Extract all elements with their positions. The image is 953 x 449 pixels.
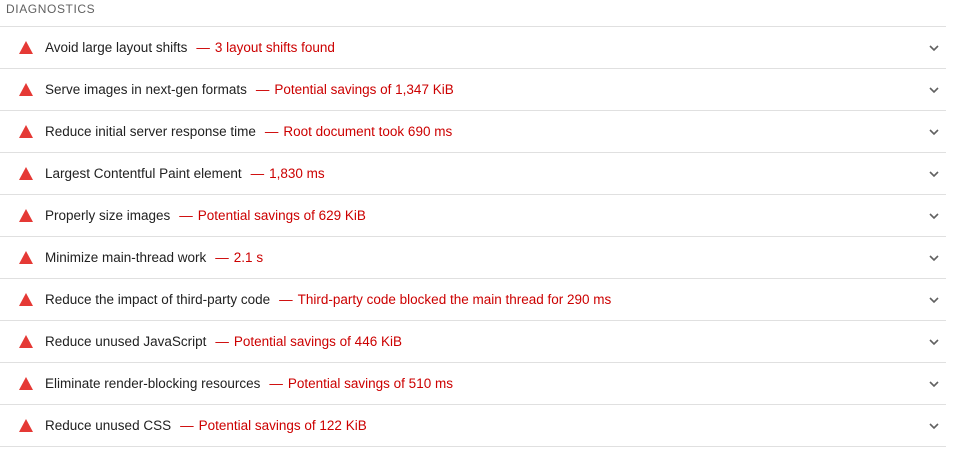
audit-separator: — [279, 292, 293, 307]
chevron-down-icon[interactable] [928, 252, 940, 264]
audit-display-value: Potential savings of 510 ms [287, 376, 453, 391]
audit-display-value: Root document took 690 ms [283, 124, 453, 139]
audit-display-value: 1,830 ms [269, 166, 325, 181]
chevron-down-icon[interactable] [928, 336, 940, 348]
audit-separator: — [264, 124, 279, 139]
fail-triangle-icon [19, 251, 33, 265]
fail-triangle-icon [19, 377, 33, 391]
fail-triangle-icon [19, 209, 33, 223]
audit-row-2[interactable]: Serve images in next-gen formats — Poten… [0, 69, 946, 111]
chevron-down-icon[interactable] [928, 210, 940, 222]
audit-separator: — [180, 418, 194, 433]
audit-display-value: 3 layout shifts found [214, 40, 335, 55]
audit-display-value: Potential savings of 446 KiB [233, 334, 402, 349]
audit-separator: — [215, 334, 229, 349]
chevron-down-icon[interactable] [928, 168, 940, 180]
audit-title: Reduce the impact of third-party code [45, 292, 271, 307]
fail-triangle-icon [19, 335, 33, 349]
audit-list: Avoid large layout shifts — 3 layout shi… [0, 27, 946, 447]
fail-triangle-icon [19, 167, 33, 181]
audit-row-8[interactable]: Reduce unused JavaScript — Potential sav… [0, 321, 946, 363]
audit-title: Reduce initial server response time [45, 124, 256, 139]
chevron-down-icon[interactable] [928, 84, 940, 96]
chevron-down-icon[interactable] [928, 294, 940, 306]
chevron-down-icon[interactable] [928, 126, 940, 138]
chevron-down-icon[interactable] [928, 42, 940, 54]
audit-display-value: Potential savings of 122 KiB [198, 418, 367, 433]
audit-separator: — [196, 40, 210, 55]
audit-display-value: Potential savings of 1,347 KiB [274, 82, 454, 97]
fail-triangle-icon [19, 125, 33, 139]
audit-title: Avoid large layout shifts [45, 40, 188, 55]
audit-separator: — [250, 166, 265, 181]
audit-display-value: Potential savings of 629 KiB [197, 208, 366, 223]
fail-triangle-icon [19, 41, 33, 55]
audit-row-10[interactable]: Reduce unused CSS — Potential savings of… [0, 405, 946, 447]
audit-display-value: 2.1 s [233, 250, 264, 265]
audit-title: Reduce unused CSS [45, 418, 172, 433]
audit-title: Properly size images [45, 208, 171, 223]
audit-title: Serve images in next-gen formats [45, 82, 247, 97]
fail-triangle-icon [19, 293, 33, 307]
chevron-down-icon[interactable] [928, 378, 940, 390]
audit-row-6[interactable]: Minimize main-thread work — 2.1 s [0, 237, 946, 279]
audit-row-9[interactable]: Eliminate render-blocking resources — Po… [0, 363, 946, 405]
chevron-down-icon[interactable] [928, 420, 940, 432]
section-title: DIAGNOSTICS [0, 0, 946, 27]
fail-triangle-icon [19, 83, 33, 97]
audit-row-7[interactable]: Reduce the impact of third-party code — … [0, 279, 946, 321]
audit-row-3[interactable]: Reduce initial server response time — Ro… [0, 111, 946, 153]
audit-display-value: Third-party code blocked the main thread… [297, 292, 612, 307]
audit-row-1[interactable]: Avoid large layout shifts — 3 layout shi… [0, 27, 946, 69]
audit-title: Eliminate render-blocking resources [45, 376, 261, 391]
audit-title: Minimize main-thread work [45, 250, 207, 265]
audit-separator: — [255, 82, 270, 97]
audit-separator: — [215, 250, 229, 265]
audit-separator: — [269, 376, 283, 391]
audit-title: Largest Contentful Paint element [45, 166, 242, 181]
audit-row-5[interactable]: Properly size images — Potential savings… [0, 195, 946, 237]
audit-title: Reduce unused JavaScript [45, 334, 207, 349]
fail-triangle-icon [19, 419, 33, 433]
audit-row-4[interactable]: Largest Contentful Paint element — 1,830… [0, 153, 946, 195]
audit-separator: — [179, 208, 193, 223]
